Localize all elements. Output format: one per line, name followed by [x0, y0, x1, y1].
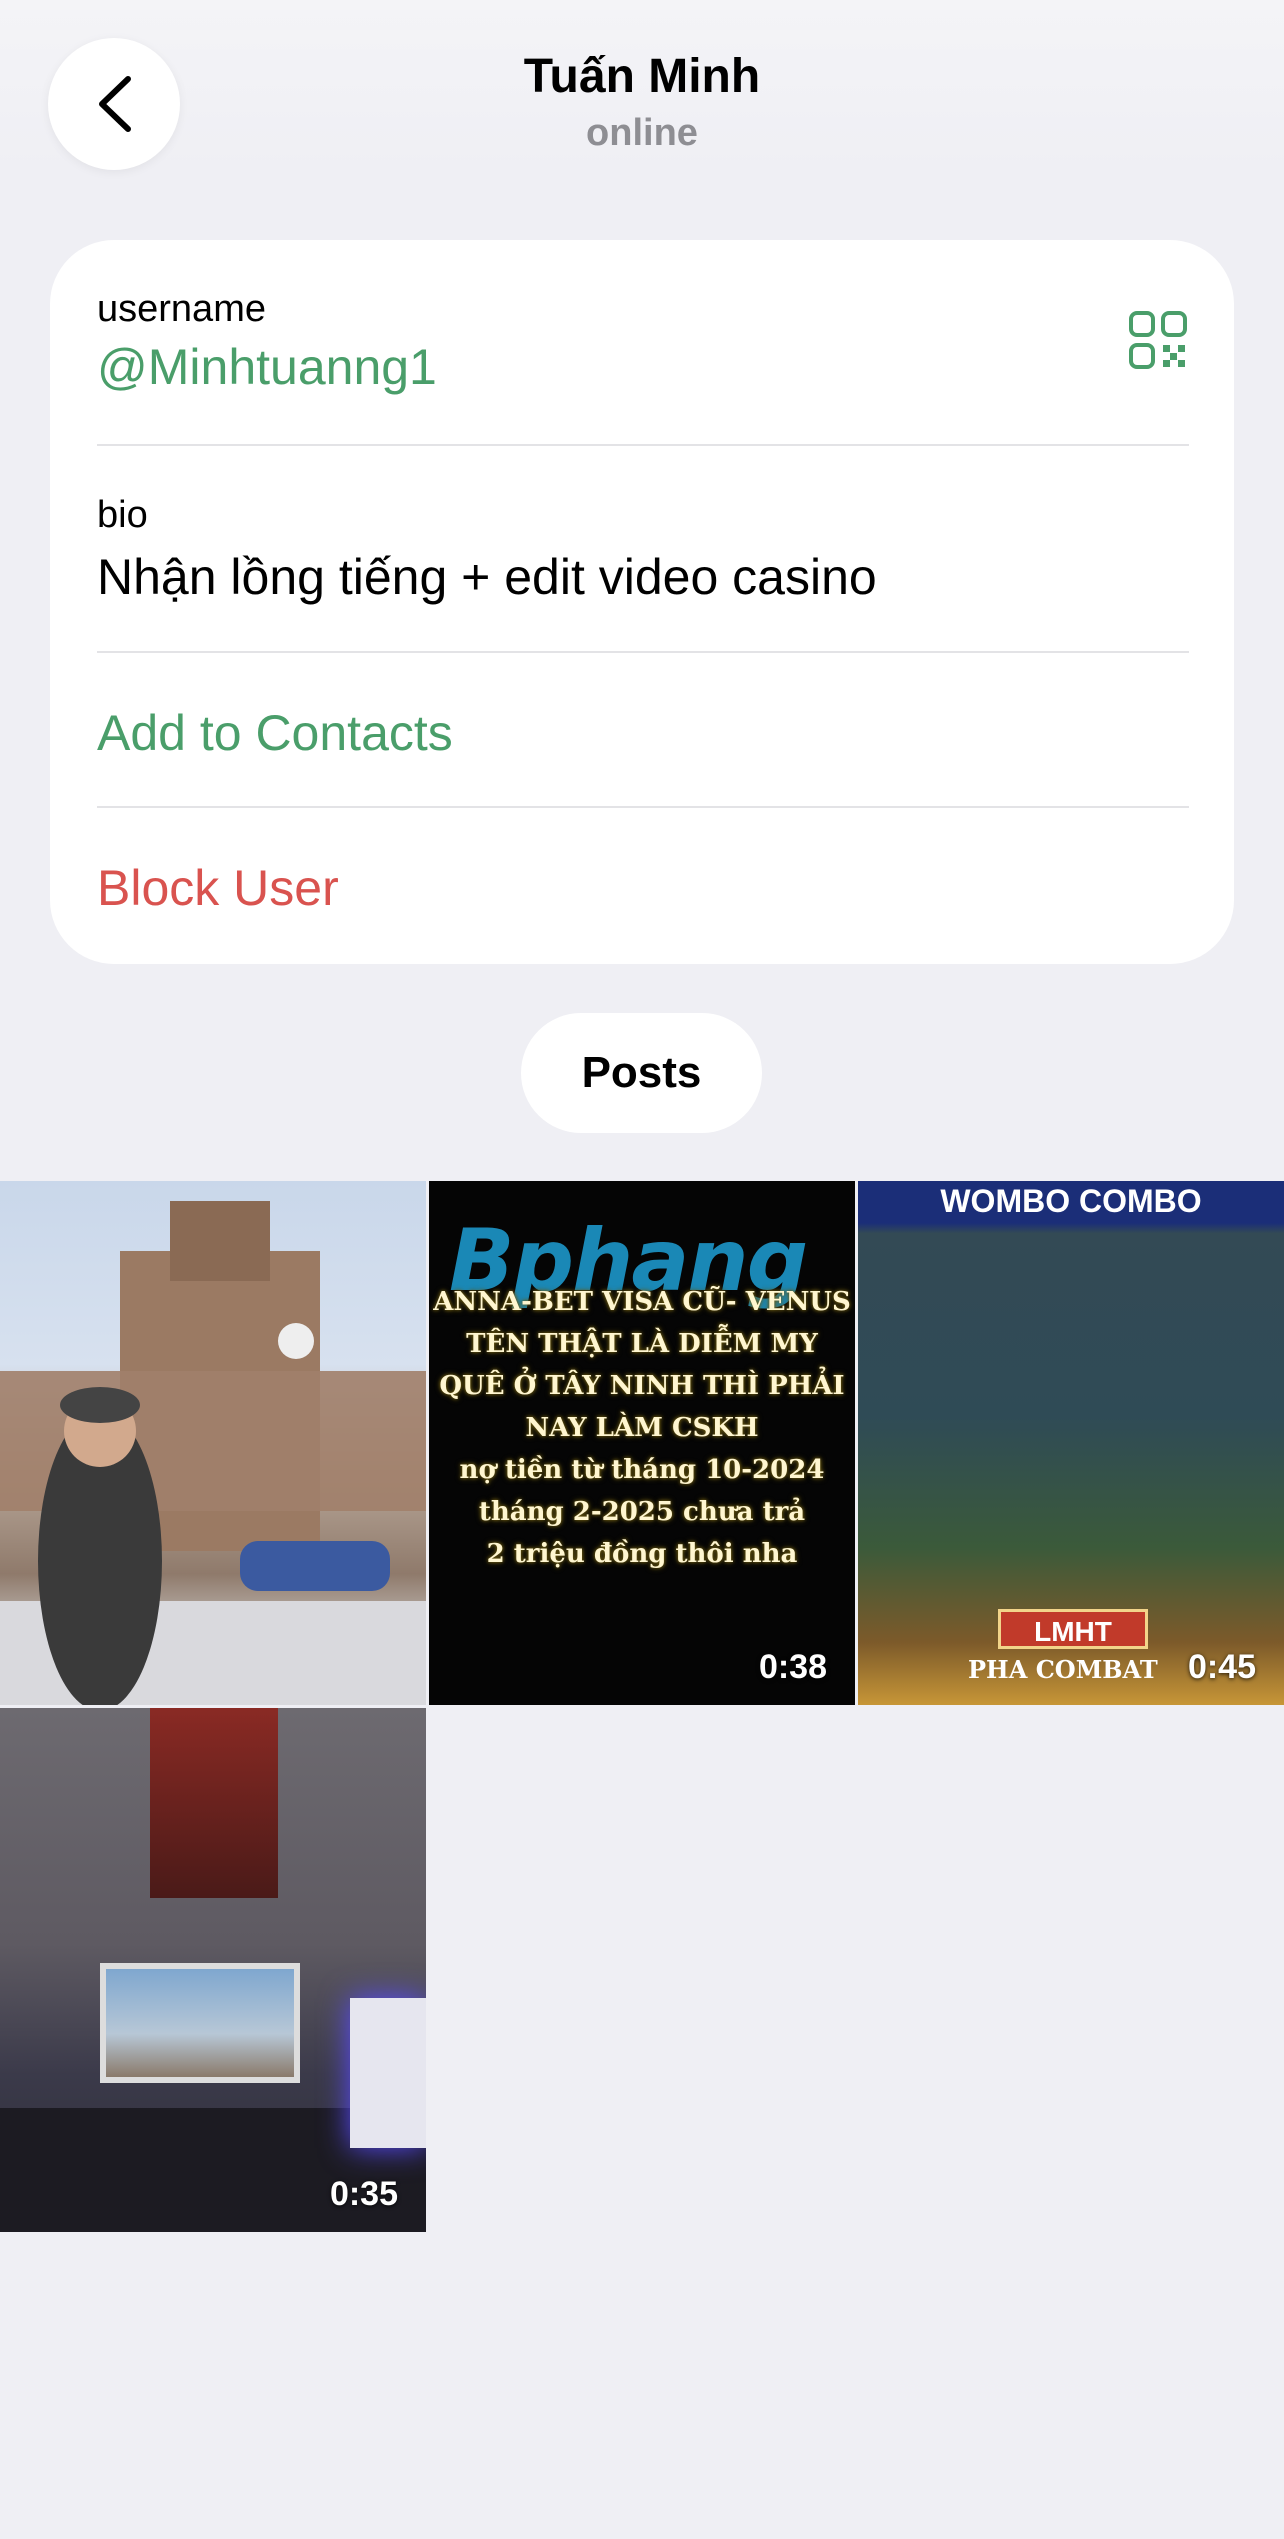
video-badge: LMHT — [998, 1609, 1148, 1649]
post-caption: ANNA-BET VISA CŨ- VENUS TÊN THẬT LÀ DIỄM… — [429, 1281, 855, 1575]
block-user-button[interactable]: Block User — [97, 857, 1189, 919]
photo-image — [0, 1201, 426, 1705]
caption-line: nợ tiền từ tháng 10-2024 — [459, 1455, 825, 1485]
tab-posts[interactable]: Posts — [521, 1013, 762, 1133]
video-duration: 0:45 — [1187, 1648, 1256, 1686]
username-value[interactable]: @Minhtuanng1 — [97, 336, 1189, 398]
divider — [97, 651, 1189, 653]
username-label: username — [97, 288, 266, 330]
add-to-contacts-label: Add to Contacts — [97, 705, 453, 761]
bio-row: bio Nhận lồng tiếng + edit video casino — [97, 492, 1189, 608]
block-user-label: Block User — [97, 860, 339, 916]
post-thumbnail[interactable]: 0:35 — [0, 1708, 426, 2232]
profile-page: Tuấn Minh online username @Minhtuanng1 b… — [0, 0, 1284, 2539]
title-block: Tuấn Minh online — [342, 46, 942, 156]
video-duration: 0:38 — [758, 1648, 827, 1686]
caption-line: tháng 2-2025 chưa trả — [478, 1497, 806, 1527]
status-text: online — [586, 112, 698, 154]
qr-code-icon[interactable] — [1128, 310, 1188, 370]
caption-line: NAY LÀM CSKH — [525, 1413, 759, 1443]
chevron-left-icon — [99, 76, 131, 132]
profile-info-card: username @Minhtuanng1 bio Nhận lồng tiến… — [50, 240, 1234, 964]
video-banner: WOMBO COMBO — [940, 1183, 1202, 1219]
caption-line: TÊN THẬT LÀ DIỄM MY — [466, 1329, 818, 1359]
bio-label: bio — [97, 494, 148, 536]
poster-image — [150, 1708, 278, 1898]
pc-case-image — [350, 1998, 426, 2148]
post-thumbnail[interactable]: WOMBO COMBO LMHT PHA COMBAT 0:45 — [858, 1181, 1284, 1705]
monitor-image — [100, 1963, 300, 2083]
divider — [97, 444, 1189, 446]
caption-line: 2 triệu đồng thôi nha — [486, 1539, 798, 1569]
divider — [97, 806, 1189, 808]
caption-line: ANNA-BET VISA CŨ- VENUS — [433, 1287, 851, 1317]
caption-line: QUÊ Ở TÂY NINH THÌ PHẢI — [439, 1371, 845, 1401]
post-thumbnail[interactable] — [0, 1181, 426, 1705]
header: Tuấn Minh online — [0, 0, 1284, 170]
add-to-contacts-button[interactable]: Add to Contacts — [97, 702, 1189, 764]
username-row[interactable]: username @Minhtuanng1 — [97, 286, 1189, 398]
video-duration: 0:35 — [329, 2175, 398, 2213]
video-footer-text: PHA COMBAT — [968, 1655, 1158, 1684]
post-thumbnail[interactable]: Bphang ANNA-BET VISA CŨ- VENUS TÊN THẬT … — [429, 1181, 855, 1705]
page-title: Tuấn Minh — [523, 50, 761, 103]
back-button[interactable] — [48, 38, 180, 170]
tab-posts-label: Posts — [581, 1048, 702, 1097]
bio-value: Nhận lồng tiếng + edit video casino — [97, 549, 877, 605]
